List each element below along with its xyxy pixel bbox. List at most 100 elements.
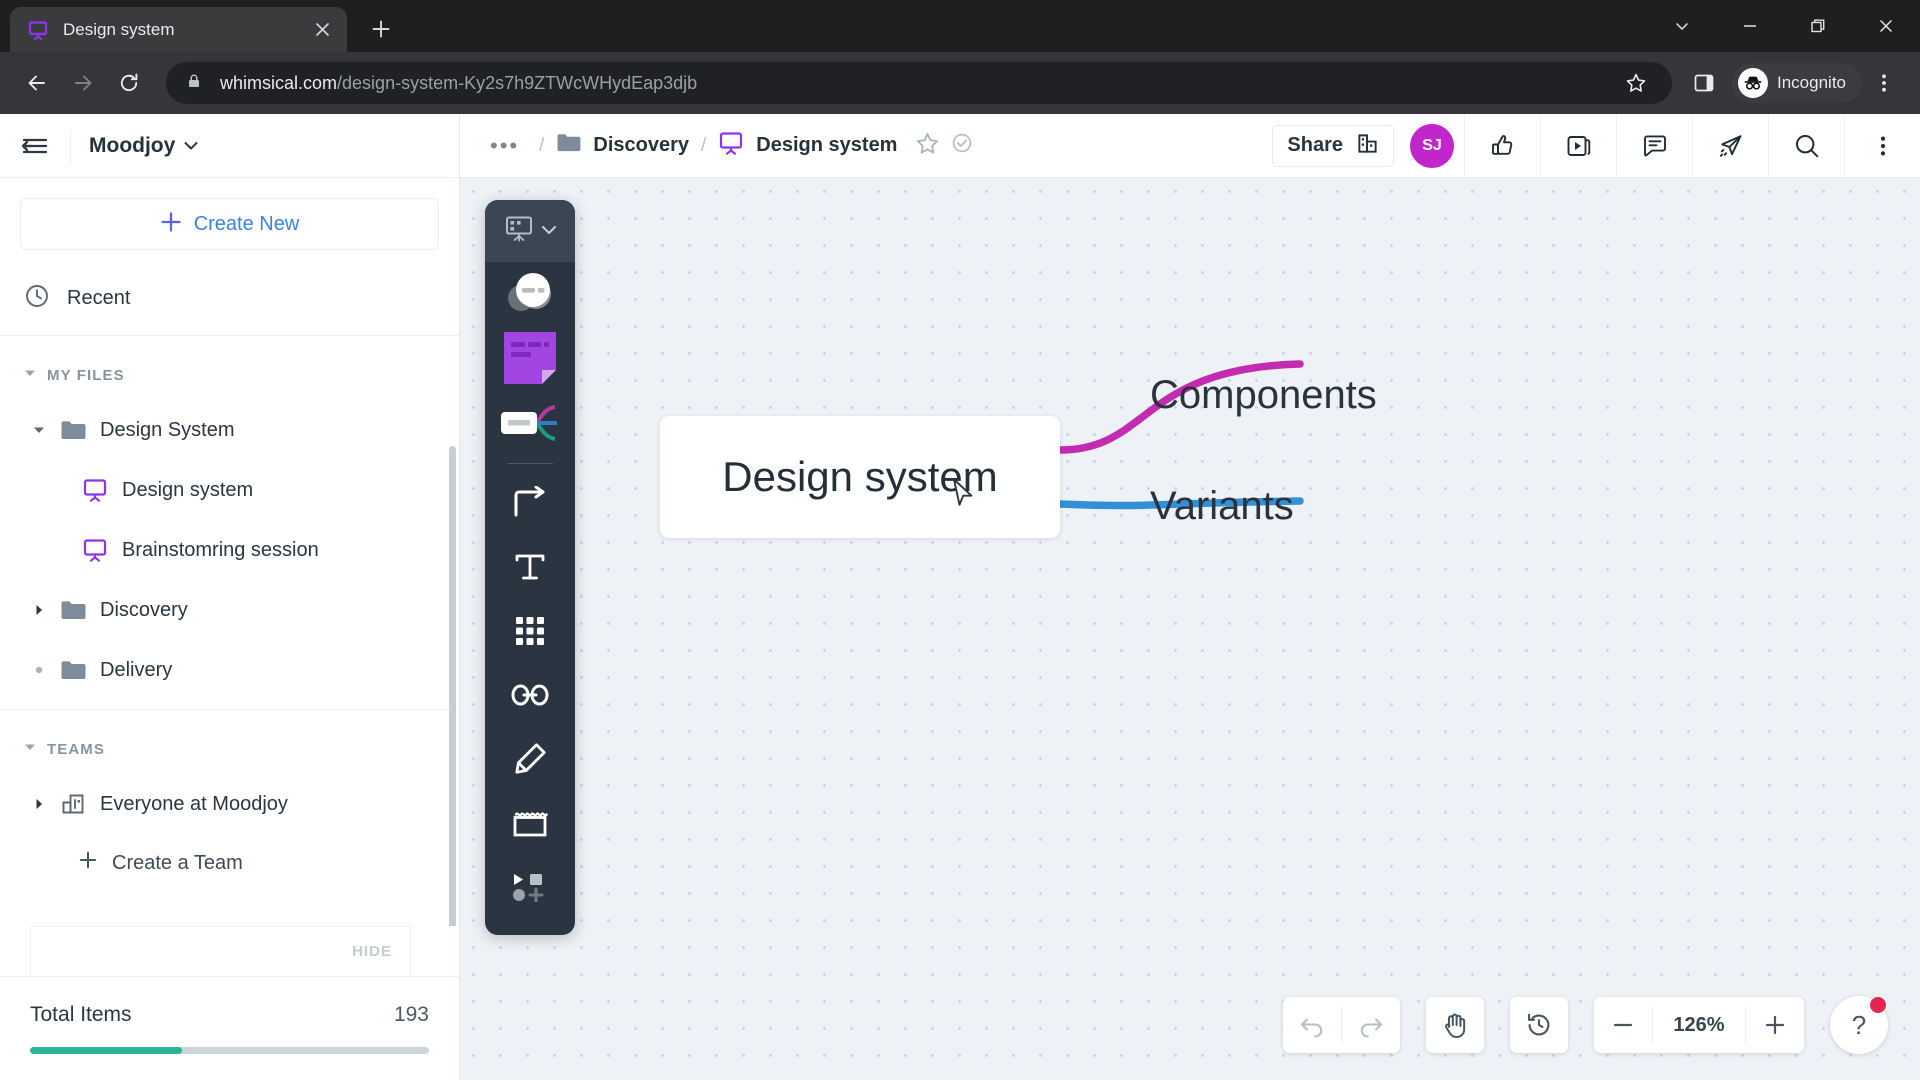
breadcrumb-overflow-button[interactable]: ••• <box>482 133 527 159</box>
rail-divider <box>507 463 553 464</box>
mindmap-root-label: Design system <box>722 453 998 500</box>
flowchart-tool[interactable] <box>485 390 575 454</box>
address-bar[interactable]: whimsical.com/design-system-Ky2s7h9ZTWcW… <box>166 62 1672 104</box>
chevron-down-icon <box>184 138 198 154</box>
folder-icon <box>56 419 90 441</box>
search-icon[interactable] <box>1768 113 1844 178</box>
sidebar-item-label: Discovery <box>100 598 188 621</box>
sidebar-item-delivery-folder[interactable]: Delivery <box>0 640 459 700</box>
plus-icon <box>78 850 98 876</box>
collapse-sidebar-icon[interactable] <box>0 131 70 161</box>
sticky-note-tool[interactable] <box>485 326 575 390</box>
caret-down-icon[interactable] <box>22 426 56 435</box>
thumbs-up-icon[interactable] <box>1464 113 1540 178</box>
frame-tool[interactable] <box>485 793 575 857</box>
present-icon[interactable] <box>1540 113 1616 178</box>
minimize-icon[interactable] <box>1716 0 1784 52</box>
avatar[interactable]: SJ <box>1410 123 1454 168</box>
url-path: /design-system-Ky2s7h9ZTWcWHydEap3djb <box>337 72 698 93</box>
help-button[interactable]: ? <box>1830 996 1888 1054</box>
pan-tool-group <box>1426 997 1484 1053</box>
mind-map-tool[interactable] <box>485 262 575 326</box>
folder-icon <box>56 659 90 681</box>
caret-right-icon[interactable] <box>22 604 56 616</box>
comment-icon[interactable] <box>1616 113 1692 178</box>
frame-icon <box>512 808 548 843</box>
sidebar-item-label: Brainstomring session <box>122 538 319 561</box>
sidebar-item-label: Design system <box>122 478 254 501</box>
plus-icon <box>160 211 182 237</box>
incognito-indicator[interactable]: Incognito <box>1732 63 1862 103</box>
main-area: ••• / Discovery / Design system Share SJ… <box>460 113 1920 1080</box>
whimsical-app: Moodjoy Create New Recent MY FILES Desig… <box>0 113 1920 1080</box>
total-items-panel: Total Items 193 <box>0 976 459 1080</box>
sidebar-item-everyone-at-moodjoy[interactable]: Everyone at Moodjoy <box>0 774 459 834</box>
zoom-out-button[interactable] <box>1594 997 1652 1053</box>
bullet-dot-icon <box>22 665 56 675</box>
mindmap-branch-variants[interactable]: Variants <box>1150 484 1294 529</box>
link-icon <box>511 682 549 713</box>
close-window-icon[interactable] <box>1852 0 1920 52</box>
board-canvas[interactable]: Design system Components Variants 126% ? <box>460 178 1920 1080</box>
send-icon[interactable] <box>1692 113 1768 178</box>
text-tool[interactable] <box>485 537 575 601</box>
sidebar-item-design-system-board[interactable]: Design system <box>0 460 459 520</box>
connector-tool[interactable] <box>485 473 575 537</box>
chevron-down-icon <box>541 223 557 239</box>
new-tab-button[interactable] <box>361 9 401 49</box>
create-new-button[interactable]: Create New <box>20 198 439 250</box>
breadcrumb-item-discovery[interactable]: Discovery <box>556 132 689 159</box>
section-teams-header[interactable]: TEAMS <box>0 724 459 774</box>
address-bar-url: whimsical.com/design-system-Ky2s7h9ZTWcW… <box>220 73 1614 94</box>
close-icon[interactable] <box>307 15 337 45</box>
version-history-icon[interactable] <box>1510 997 1568 1053</box>
sidebar-item-brainstorming-session[interactable]: Brainstomring session <box>0 520 459 580</box>
grid-table-tool[interactable] <box>485 601 575 665</box>
forward-arrow-icon[interactable] <box>60 60 106 106</box>
app-topbar: ••• / Discovery / Design system Share SJ <box>460 113 1920 178</box>
shapes-more-tool[interactable] <box>485 857 575 921</box>
zoom-in-button[interactable] <box>1746 997 1804 1053</box>
share-button[interactable]: Share <box>1272 124 1394 167</box>
grid-icon <box>513 614 547 653</box>
undo-icon[interactable] <box>1283 997 1341 1053</box>
back-arrow-icon[interactable] <box>14 60 60 106</box>
incognito-label: Incognito <box>1777 73 1846 92</box>
create-team-label: Create a Team <box>112 851 243 874</box>
create-team-button[interactable]: Create a Team <box>0 834 459 892</box>
hand-pan-icon[interactable] <box>1426 997 1484 1053</box>
maximize-restore-icon[interactable] <box>1784 0 1852 52</box>
link-tool[interactable] <box>485 665 575 729</box>
zoom-level-label[interactable]: 126% <box>1653 1014 1745 1037</box>
browser-tab[interactable]: Design system <box>10 7 347 52</box>
caret-right-icon[interactable] <box>22 798 56 810</box>
topbar-actions: Share SJ <box>1272 113 1920 178</box>
reload-icon[interactable] <box>106 60 152 106</box>
hide-panel[interactable]: HIDE <box>30 926 411 976</box>
draw-pencil-tool[interactable] <box>485 729 575 793</box>
total-items-value: 193 <box>393 1003 429 1026</box>
chrome-menu-kebab-icon[interactable] <box>1862 61 1906 105</box>
recent-label: Recent <box>67 286 131 309</box>
tab-search-chevron-icon[interactable] <box>1648 0 1716 52</box>
mindmap-root-node[interactable]: Design system <box>660 416 1060 538</box>
sidebar-item-design-system-folder[interactable]: Design System <box>0 400 459 460</box>
side-panel-icon[interactable] <box>1682 61 1726 105</box>
sidebar-scrollbar[interactable] <box>449 446 456 926</box>
board-type-selector[interactable] <box>485 200 575 262</box>
more-kebab-icon[interactable] <box>1844 113 1920 178</box>
mindmap-branch-components[interactable]: Components <box>1150 373 1377 418</box>
sidebar-footer: HIDE Total Items 193 <box>0 926 459 1080</box>
sticky-note-icon <box>502 330 558 386</box>
redo-icon[interactable] <box>1342 997 1400 1053</box>
board-icon <box>718 131 744 161</box>
folder-icon <box>556 132 581 159</box>
workspace-switcher[interactable]: Moodjoy <box>71 134 216 158</box>
star-outline-icon[interactable] <box>915 131 940 161</box>
section-my-files-header[interactable]: MY FILES <box>0 350 459 400</box>
sidebar-item-discovery-folder[interactable]: Discovery <box>0 580 459 640</box>
window-controls <box>1648 0 1920 52</box>
star-icon[interactable] <box>1614 61 1658 105</box>
breadcrumb-item-design-system[interactable]: Design system <box>718 131 897 161</box>
sidebar-item-recent[interactable]: Recent <box>0 270 459 326</box>
